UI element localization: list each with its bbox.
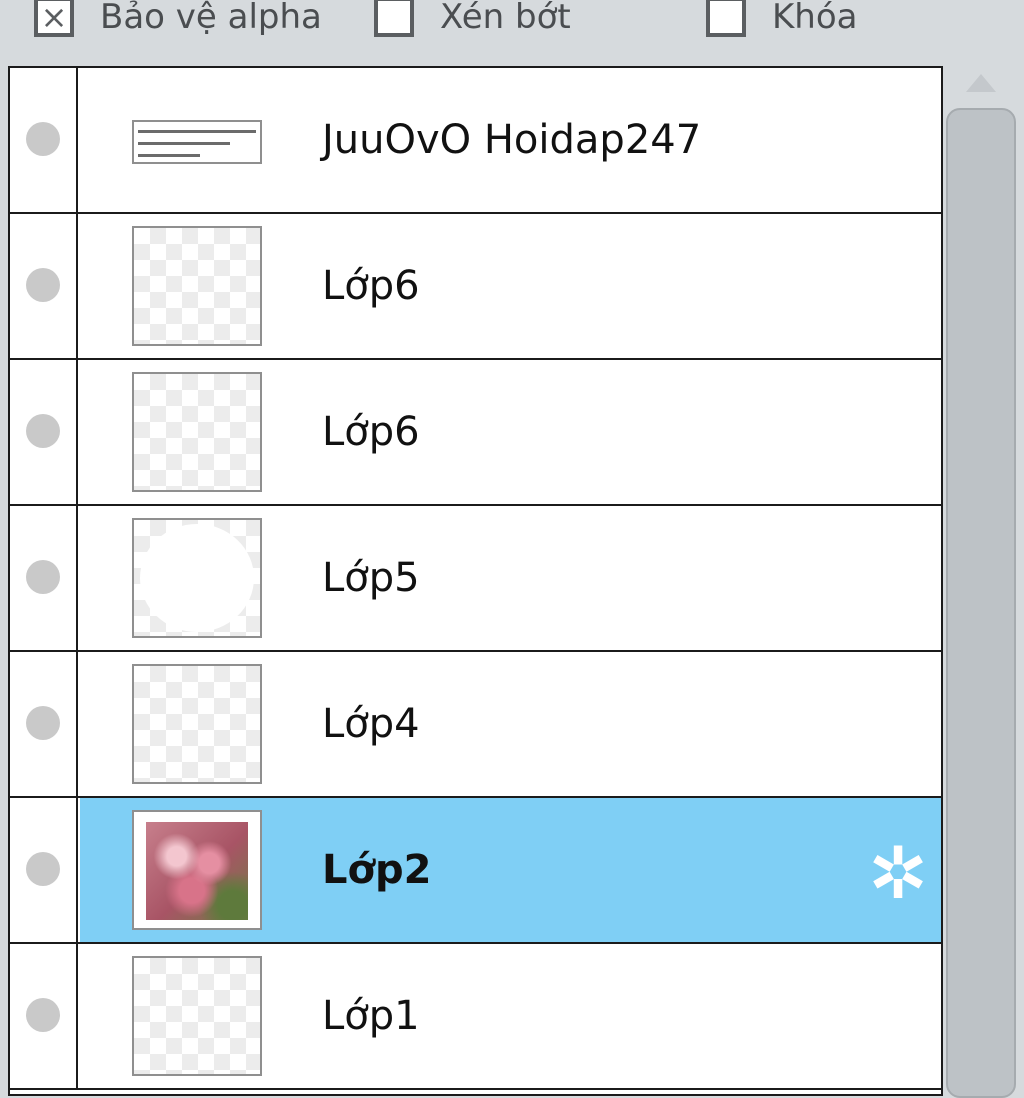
layer-name: Lớp5 [322,555,420,601]
vertical-scrollbar[interactable] [944,66,1024,1098]
visibility-dot-icon [26,852,60,886]
layer-name: Lớp1 [322,993,420,1039]
clip-checkbox[interactable] [374,0,414,37]
lock-label: Khóa [772,0,858,37]
visibility-dot-icon [26,268,60,302]
alpha-protect-option[interactable]: × Bảo vệ alpha [34,0,322,40]
visibility-toggle[interactable] [10,944,78,1088]
layer-content: Lớp6 [80,360,941,504]
layer-name: Lớp2 [322,847,432,893]
layer-thumbnail [132,226,262,346]
visibility-dot-icon [26,706,60,740]
layer-list: JuuOvO Hoidap247 Lớp6 Lớp6 Lớp5 Lớp4 Lớp… [8,66,943,1096]
lock-checkbox[interactable] [706,0,746,37]
layer-content: Lớp6 [80,214,941,358]
layer-name: JuuOvO Hoidap247 [322,117,702,163]
layer-content: Lớp5 [80,506,941,650]
alpha-protect-checkbox[interactable]: × [34,0,74,37]
layer-row[interactable]: Lớp6 [10,214,941,360]
checkbox-x-icon: × [40,0,68,36]
visibility-dot-icon [26,414,60,448]
layer-thumbnail [132,664,262,784]
layer-name: Lớp6 [322,263,420,309]
layer-thumbnail [132,372,262,492]
visibility-dot-icon [26,998,60,1032]
layer-row[interactable]: JuuOvO Hoidap247 [10,68,941,214]
layer-thumbnail [132,518,262,638]
layer-content: JuuOvO Hoidap247 [80,68,941,212]
layer-row[interactable]: Lớp5 [10,506,941,652]
visibility-toggle[interactable] [10,68,78,212]
layer-row-selected[interactable]: Lớp2 ✲ [10,798,941,944]
visibility-toggle[interactable] [10,506,78,650]
layer-content: Lớp4 [80,652,941,796]
scrollbar-thumb[interactable] [946,108,1016,1098]
visibility-dot-icon [26,560,60,594]
layer-name: Lớp6 [322,409,420,455]
visibility-dot-icon [26,122,60,156]
alpha-protect-label: Bảo vệ alpha [100,0,322,37]
layer-content: Lớp1 [80,944,941,1088]
layer-row[interactable]: Lớp4 [10,652,941,798]
visibility-toggle[interactable] [10,214,78,358]
clip-option[interactable]: Xén bớt [374,0,571,40]
layer-row[interactable]: Lớp1 [10,944,941,1090]
layer-content: Lớp2 ✲ [80,798,941,942]
gear-icon[interactable]: ✲ [863,837,933,909]
layer-name: Lớp4 [322,701,420,747]
visibility-toggle[interactable] [10,798,78,942]
clip-label: Xén bớt [440,0,571,37]
lock-option[interactable]: Khóa [706,0,857,40]
layer-options-toolbar: × Bảo vệ alpha Xén bớt Khóa [0,0,1024,40]
layer-row[interactable]: Lớp6 [10,360,941,506]
layer-thumbnail [132,120,262,164]
layer-thumbnail [132,956,262,1076]
layer-thumbnail [132,810,262,930]
visibility-toggle[interactable] [10,652,78,796]
photo-image [146,822,248,920]
visibility-toggle[interactable] [10,360,78,504]
scroll-up-arrow-icon[interactable] [966,74,996,92]
